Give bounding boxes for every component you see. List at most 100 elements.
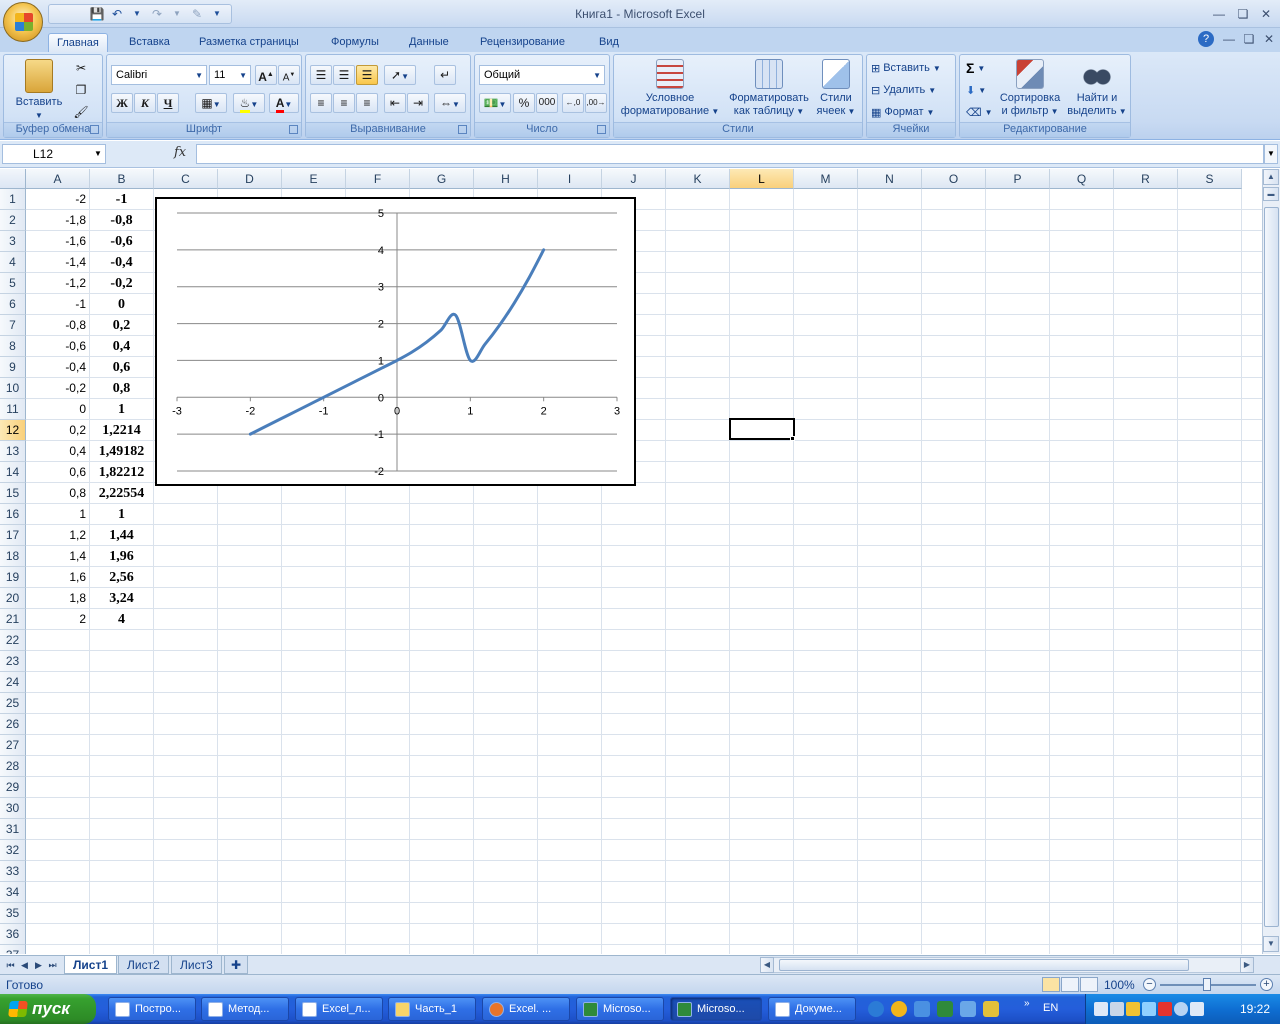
cell-b[interactable]: 1 bbox=[90, 504, 153, 525]
row-header[interactable]: 26 bbox=[0, 714, 26, 735]
vertical-scroll-thumb[interactable] bbox=[1264, 207, 1279, 927]
tab-home[interactable]: Главная bbox=[48, 33, 108, 52]
column-header-i[interactable]: I bbox=[538, 169, 602, 189]
taskbar-item[interactable]: Excel_л... bbox=[295, 997, 383, 1021]
row-header[interactable]: 5 bbox=[0, 273, 26, 294]
row-header[interactable]: 22 bbox=[0, 630, 26, 651]
column-header-m[interactable]: M bbox=[794, 169, 858, 189]
increase-indent-button[interactable]: ⇥ bbox=[407, 93, 429, 113]
name-box-dropdown-icon[interactable]: ▼ bbox=[94, 149, 102, 158]
italic-button[interactable]: К bbox=[134, 93, 156, 113]
sheet-tab-2[interactable]: Лист2 bbox=[118, 956, 169, 974]
taskbar-item-active[interactable]: Microso... bbox=[670, 997, 762, 1021]
column-header-h[interactable]: H bbox=[474, 169, 538, 189]
cell-b[interactable]: 0,8 bbox=[90, 378, 153, 399]
select-all-corner[interactable] bbox=[0, 169, 26, 189]
workbook-restore-button[interactable]: ❏ bbox=[1240, 31, 1258, 47]
cell-b[interactable]: 4 bbox=[90, 609, 153, 630]
maximize-button[interactable]: ❏ bbox=[1234, 6, 1252, 22]
first-sheet-icon[interactable]: ⏮ bbox=[4, 958, 17, 972]
accounting-format-button[interactable]: 💵▼ bbox=[479, 93, 511, 113]
row-header[interactable]: 14 bbox=[0, 462, 26, 483]
row-header[interactable]: 23 bbox=[0, 651, 26, 672]
tray-star-icon[interactable] bbox=[1142, 1002, 1156, 1016]
row-header[interactable]: 20 bbox=[0, 588, 26, 609]
cell-b[interactable]: 1,49182 bbox=[90, 441, 153, 462]
align-middle-button[interactable]: ☰ bbox=[333, 65, 355, 85]
column-header-j[interactable]: J bbox=[602, 169, 666, 189]
row-header[interactable]: 29 bbox=[0, 777, 26, 798]
zoom-out-icon[interactable]: − bbox=[1143, 978, 1156, 991]
cell-a[interactable]: -1,4 bbox=[26, 252, 89, 273]
number-format-combobox[interactable]: Общий ▼ bbox=[479, 65, 605, 85]
row-header[interactable]: 33 bbox=[0, 861, 26, 882]
clear-button[interactable]: ⌫ ▼ bbox=[966, 102, 992, 122]
font-name-combobox[interactable]: Calibri ▼ bbox=[111, 65, 207, 85]
column-header-b[interactable]: B bbox=[90, 169, 154, 189]
cell-a[interactable]: 0 bbox=[26, 399, 89, 420]
ie-icon[interactable] bbox=[868, 1001, 884, 1017]
tab-insert[interactable]: Вставка bbox=[121, 33, 178, 52]
row-header[interactable]: 12 bbox=[0, 420, 26, 441]
cell-b[interactable]: 0 bbox=[90, 294, 153, 315]
workbook-minimize-button[interactable]: — bbox=[1220, 31, 1238, 47]
paste-button[interactable]: Вставить ▼ bbox=[12, 59, 66, 122]
wrap-text-button[interactable]: ↵ bbox=[434, 65, 456, 85]
taskbar-item[interactable]: Часть_1 bbox=[388, 997, 476, 1021]
scroll-right-icon[interactable]: ▶ bbox=[1240, 957, 1254, 973]
column-header-d[interactable]: D bbox=[218, 169, 282, 189]
tray-misc-icon[interactable] bbox=[1190, 1002, 1204, 1016]
cell-b[interactable]: -0,6 bbox=[90, 231, 153, 252]
decrease-indent-button[interactable]: ⇤ bbox=[384, 93, 406, 113]
scroll-left-icon[interactable]: ◀ bbox=[760, 957, 774, 973]
row-header[interactable]: 18 bbox=[0, 546, 26, 567]
split-box-icon[interactable]: ▬ bbox=[1263, 187, 1279, 201]
taskbar-item[interactable]: Excel. ... bbox=[482, 997, 570, 1021]
minimize-button[interactable]: — bbox=[1210, 6, 1228, 22]
cell-a[interactable]: 1,6 bbox=[26, 567, 89, 588]
fill-handle[interactable] bbox=[790, 436, 795, 441]
column-header-k[interactable]: K bbox=[666, 169, 730, 189]
quicklaunch-word-icon[interactable] bbox=[914, 1001, 930, 1017]
column-header-r[interactable]: R bbox=[1114, 169, 1178, 189]
row-header[interactable]: 8 bbox=[0, 336, 26, 357]
cell-a[interactable]: -1,2 bbox=[26, 273, 89, 294]
row-header[interactable]: 4 bbox=[0, 252, 26, 273]
normal-view-icon[interactable] bbox=[1042, 977, 1060, 992]
conditional-formatting-button[interactable]: Условное форматирование ▼ bbox=[618, 59, 722, 118]
sheet-tab-3[interactable]: Лист3 bbox=[171, 956, 222, 974]
cell-a[interactable]: 0,6 bbox=[26, 462, 89, 483]
tray-shield-icon[interactable] bbox=[1126, 1002, 1140, 1016]
clipboard-launcher-icon[interactable] bbox=[90, 125, 99, 134]
orientation-button[interactable]: ➚▼ bbox=[384, 65, 416, 85]
cell-a[interactable]: -2 bbox=[26, 189, 89, 210]
tab-data[interactable]: Данные bbox=[401, 33, 457, 52]
tab-formulas[interactable]: Формулы bbox=[323, 33, 387, 52]
merge-center-button[interactable]: ⇔▼ bbox=[434, 93, 466, 113]
format-cells-button[interactable]: ▦ Формат ▼ bbox=[871, 102, 934, 122]
quicklaunch-excel-icon[interactable] bbox=[937, 1001, 953, 1017]
cell-a[interactable]: 1 bbox=[26, 504, 89, 525]
column-header-l[interactable]: L bbox=[730, 169, 794, 189]
next-sheet-icon[interactable]: ▶ bbox=[32, 958, 45, 972]
decrease-decimal-button[interactable]: ,00→ bbox=[585, 93, 607, 113]
cell-a[interactable]: 1,8 bbox=[26, 588, 89, 609]
row-header[interactable]: 17 bbox=[0, 525, 26, 546]
align-center-button[interactable]: ≡ bbox=[333, 93, 355, 113]
sort-filter-button[interactable]: Сортировка и фильтр ▼ bbox=[996, 59, 1064, 118]
cell-b[interactable]: 0,2 bbox=[90, 315, 153, 336]
prev-sheet-icon[interactable]: ◀ bbox=[18, 958, 31, 972]
column-header-n[interactable]: N bbox=[858, 169, 922, 189]
cell-a[interactable]: 2 bbox=[26, 609, 89, 630]
horizontal-scrollbar[interactable]: ◀ ▶ bbox=[760, 957, 1254, 973]
tray-volume-icon[interactable] bbox=[1110, 1002, 1124, 1016]
number-launcher-icon[interactable] bbox=[597, 125, 606, 134]
quicklaunch-app-icon[interactable] bbox=[960, 1001, 976, 1017]
cell-a[interactable]: 0,4 bbox=[26, 441, 89, 462]
cell-a[interactable]: -1,6 bbox=[26, 231, 89, 252]
shrink-font-button[interactable]: A▼ bbox=[278, 65, 300, 85]
language-indicator[interactable]: EN bbox=[1043, 1002, 1058, 1014]
cell-b[interactable]: 1 bbox=[90, 399, 153, 420]
cell-b[interactable]: 2,56 bbox=[90, 567, 153, 588]
taskbar-item[interactable]: Докуме... bbox=[768, 997, 856, 1021]
